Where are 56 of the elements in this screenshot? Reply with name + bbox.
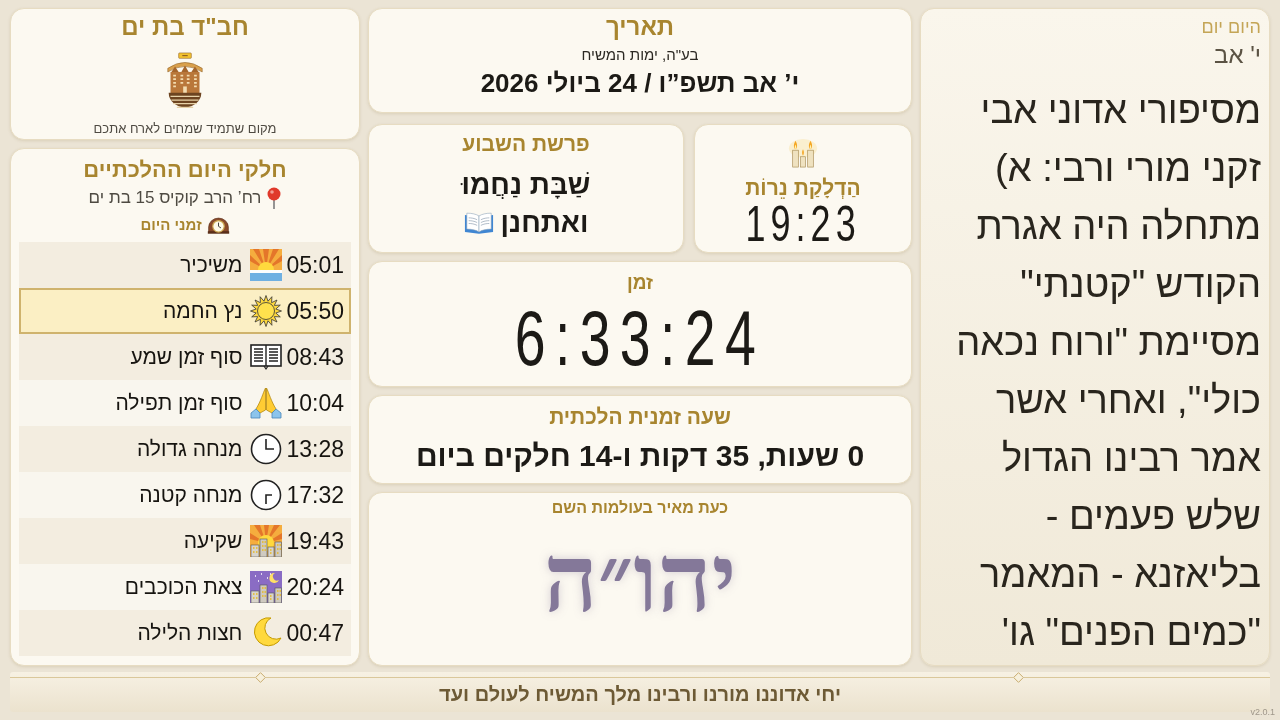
sunrise-icon [250, 249, 283, 281]
study-title: היום יום [1201, 17, 1261, 37]
zman-name: חצות הלילה [137, 620, 243, 646]
zman-time: 00:47 [286, 619, 344, 647]
location-pin-icon [267, 187, 282, 209]
zman-time: 10:04 [286, 389, 344, 417]
zman-time: 13:28 [286, 435, 344, 463]
card-title: שעה זמנית הלכתית [549, 404, 731, 430]
card-title: חלקי היום ההלכתיים [83, 157, 287, 183]
address-text: רח’ הרב קוקיס 15 בת ים [88, 187, 262, 209]
open-book-icon [463, 211, 494, 235]
city-sunset-icon [250, 525, 283, 557]
version-label: v2.0.1 [1250, 707, 1275, 717]
clock-time: 6:33:24 [514, 298, 766, 378]
zman-name: נץ החמה [162, 298, 243, 324]
zman-name: מנחה קטנה [139, 482, 243, 508]
zman-time: 08:43 [286, 343, 344, 371]
zman-name: מנחה גדולה [136, 436, 243, 462]
candle-time: 19:23 [745, 201, 861, 247]
zman-time: 19:43 [286, 527, 344, 555]
divine-name-text: יהו״ה [543, 529, 737, 629]
date-text: י’ אב תשפ”ו / 24 ביולי 2026 [480, 67, 800, 99]
zman-name: סוף זמן שמע [130, 344, 243, 370]
zman-time: 20:24 [286, 573, 344, 601]
zman-name: סוף זמן תפילה [115, 390, 243, 416]
org-tagline: מקום שתמיד שמחים לארח אתכם [93, 120, 277, 137]
clock-icon [250, 479, 283, 511]
zman-name: משיכיר [180, 252, 243, 278]
card-title: הַדְלָקַת נֵרוֹת [745, 175, 861, 201]
night-city-icon [250, 571, 283, 603]
clock-icon [250, 433, 283, 465]
zman-time: 17:32 [286, 481, 344, 509]
praying-hands-icon [250, 387, 283, 419]
diamond-icon [255, 671, 266, 683]
card-title: פרשת השבוע [462, 131, 590, 157]
org-title: חב"ד בת ים [121, 13, 249, 41]
zman-name: שקיעה [183, 528, 243, 554]
card-title: תאריך [606, 13, 674, 41]
zman-time: 05:50 [286, 297, 344, 325]
date-subtitle: בע"ה, ימות המשיח [581, 45, 699, 65]
candles-icon [788, 138, 818, 168]
card-title: כעת מאיר בעולמות השם [551, 499, 729, 517]
parsha-name: ואתחנן [500, 206, 589, 240]
building-emblem-logo [165, 52, 205, 110]
study-text: מסיפורי אדוני אבי זקני מורי ורבי: א) מתחלה היה אגרת הקודש "קטנתי" מסיימת "ורוח נכאה כולי", ואחרי אשר אמר רבינו הגדול שלש פעמים - בליאזנא - המאמר "כמים הפנים" גו' [955, 88, 1261, 655]
mantel-clock-icon [206, 216, 230, 234]
footer-slogan: יחי אדוננו מורנו ורבינו מלך המשיח לעולם ועד [439, 682, 841, 706]
diamond-icon [1013, 671, 1024, 683]
zman-name: צאת הכוכבים [124, 574, 243, 600]
section-title: זמני היום [140, 215, 202, 235]
study-date: י' אב [1214, 41, 1261, 69]
shabbat-name: שַׁבָּת נַחֲמוּ [461, 168, 591, 202]
halachic-hour-text: 0 שעות, 35 דקות ו-14 חלקים ביום [415, 438, 865, 474]
card-title: זמן [626, 272, 654, 294]
sun-icon [250, 295, 283, 327]
zman-time: 05:01 [286, 251, 344, 279]
